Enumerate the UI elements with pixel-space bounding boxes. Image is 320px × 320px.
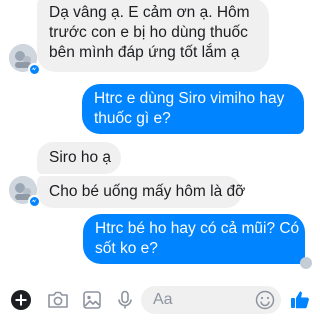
message-bubble-incoming[interactable]: Cho bé uống mấy hôm là đỡ xyxy=(37,176,246,208)
seen-avatar-icon xyxy=(300,257,312,269)
message-bubble-incoming[interactable]: Siro ho ạ xyxy=(37,142,121,174)
message-line: bên mình đáp ứng tốt lắm ạ xyxy=(49,44,240,61)
camera-icon[interactable] xyxy=(46,289,70,311)
message-line: sốt ko e? xyxy=(95,240,158,257)
message-bubble-outgoing[interactable]: Htrc bé ho hay có cả mũi? Có sốt ko e? xyxy=(83,214,305,264)
chat-screen: Dạ vâng ạ. E cảm ơn ạ. Hôm trước con e b… xyxy=(0,0,320,320)
message-line: thuốc gì e? xyxy=(94,110,171,127)
message-input-placeholder: Aa xyxy=(153,291,173,308)
gallery-icon[interactable] xyxy=(81,289,103,311)
plus-icon[interactable] xyxy=(10,289,32,311)
message-line: Htrc bé ho hay có cả mũi? Có xyxy=(95,220,300,237)
thumbs-up-icon[interactable] xyxy=(288,288,312,312)
contact-avatar[interactable] xyxy=(9,176,40,207)
message-line: trước con e bị ho dùng thuốc xyxy=(49,24,248,41)
microphone-icon[interactable] xyxy=(114,289,136,311)
lightning-icon xyxy=(31,66,37,71)
message-line: Siro ho ạ xyxy=(49,149,112,166)
message-bubble-incoming[interactable]: Dạ vâng ạ. E cảm ơn ạ. Hôm trước con e b… xyxy=(37,0,269,72)
contact-avatar[interactable] xyxy=(9,44,40,75)
message-line: Dạ vâng ạ. E cảm ơn ạ. Hôm xyxy=(49,4,250,21)
message-line: Htrc e dùng Siro vimiho hay xyxy=(94,90,285,107)
messenger-badge-icon xyxy=(28,63,40,75)
lightning-icon xyxy=(31,198,37,203)
emoji-icon[interactable] xyxy=(255,290,275,310)
message-bubble-outgoing[interactable]: Htrc e dùng Siro vimiho hay thuốc gì e? xyxy=(82,84,304,134)
message-line: Cho bé uống mấy hôm là đỡ xyxy=(49,183,246,200)
messenger-badge-icon xyxy=(28,195,40,207)
